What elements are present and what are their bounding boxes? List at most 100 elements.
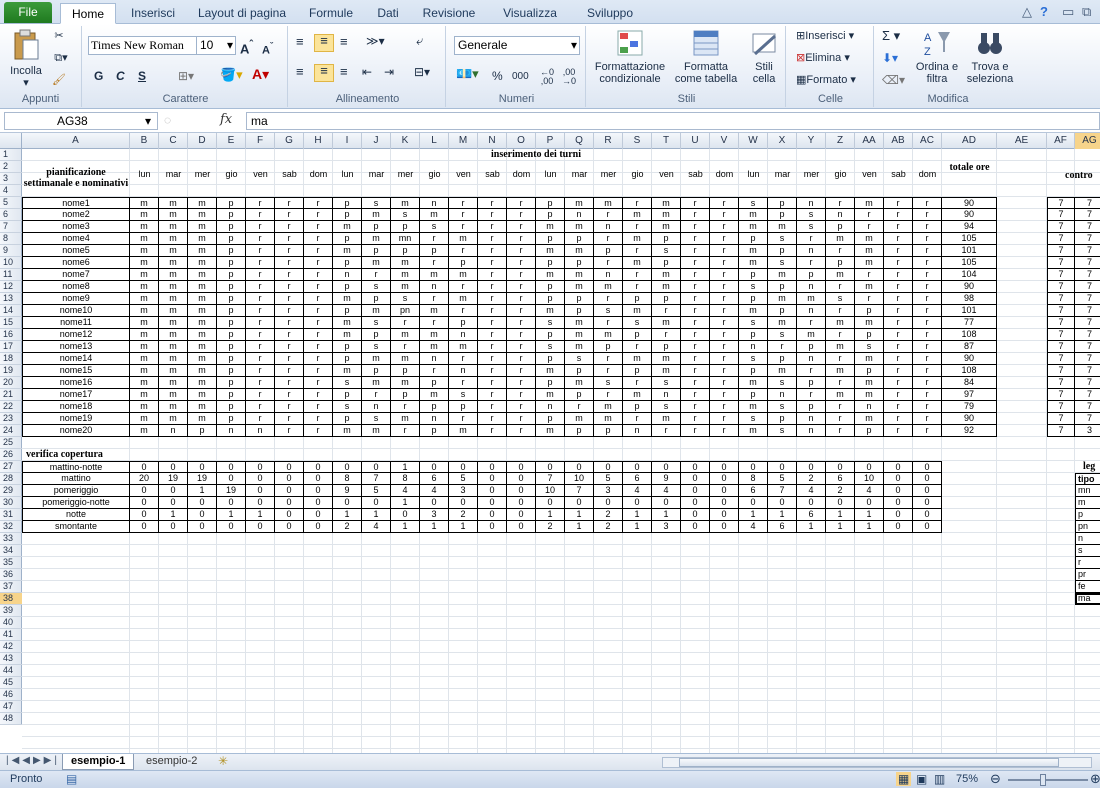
shift-cell[interactable]: r bbox=[246, 281, 275, 293]
shift-cell[interactable]: m bbox=[449, 269, 478, 281]
shift-cell[interactable]: r bbox=[826, 353, 855, 365]
shift-cell[interactable]: r bbox=[913, 341, 942, 353]
column-header-O[interactable]: O bbox=[507, 133, 536, 149]
shift-cell[interactable]: p bbox=[652, 341, 681, 353]
coverage-cell[interactable]: 0 bbox=[130, 461, 159, 473]
shift-cell[interactable]: m bbox=[159, 353, 188, 365]
copy-icon[interactable]: ⧉▾ bbox=[50, 52, 72, 64]
coverage-cell[interactable]: 0 bbox=[188, 461, 217, 473]
shift-cell[interactable]: r bbox=[391, 341, 420, 353]
shift-cell[interactable]: r bbox=[710, 389, 739, 401]
shift-cell[interactable]: m bbox=[362, 377, 391, 389]
shift-cell[interactable]: s bbox=[594, 305, 623, 317]
coverage-cell[interactable]: 0 bbox=[246, 461, 275, 473]
shift-cell[interactable]: p bbox=[768, 281, 797, 293]
shift-cell[interactable]: r bbox=[275, 269, 304, 281]
shift-cell[interactable]: s bbox=[420, 221, 449, 233]
coverage-cell[interactable]: 0 bbox=[449, 497, 478, 509]
shift-cell[interactable]: m bbox=[333, 221, 362, 233]
shift-cell[interactable]: s bbox=[362, 197, 391, 209]
shift-cell[interactable]: r bbox=[304, 377, 333, 389]
shift-cell[interactable]: r bbox=[681, 365, 710, 377]
shift-cell[interactable]: p bbox=[768, 413, 797, 425]
autosum-button[interactable]: Σ ▾ bbox=[882, 29, 900, 42]
control-cell[interactable]: 7 bbox=[1047, 245, 1075, 257]
legend-item[interactable]: m bbox=[1075, 497, 1100, 509]
row-header-31[interactable]: 31 bbox=[0, 509, 22, 521]
shift-cell[interactable]: p bbox=[217, 293, 246, 305]
row-header-24[interactable]: 24 bbox=[0, 425, 22, 437]
row-header-6[interactable]: 6 bbox=[0, 209, 22, 221]
total-hours-cell[interactable]: 79 bbox=[942, 401, 997, 413]
cell-styles-button[interactable]: Stili cella bbox=[744, 28, 784, 85]
column-header-U[interactable]: U bbox=[681, 133, 710, 149]
shift-cell[interactable]: p bbox=[739, 329, 768, 341]
ribbon-tab-sviluppo[interactable]: Sviluppo bbox=[578, 3, 642, 24]
shift-cell[interactable]: n bbox=[420, 413, 449, 425]
shift-cell[interactable]: r bbox=[507, 305, 536, 317]
row-header-40[interactable]: 40 bbox=[0, 617, 22, 629]
shift-cell[interactable]: r bbox=[681, 293, 710, 305]
shift-cell[interactable]: r bbox=[565, 401, 594, 413]
shift-cell[interactable]: r bbox=[507, 425, 536, 437]
coverage-cell[interactable]: 0 bbox=[188, 497, 217, 509]
coverage-cell[interactable]: 0 bbox=[304, 473, 333, 485]
total-hours-cell[interactable]: 92 bbox=[942, 425, 997, 437]
shift-cell[interactable]: p bbox=[536, 413, 565, 425]
legend-item[interactable]: n bbox=[1075, 533, 1100, 545]
person-name[interactable]: nome13 bbox=[22, 341, 130, 353]
shift-cell[interactable]: m bbox=[159, 281, 188, 293]
shift-cell[interactable]: p bbox=[623, 401, 652, 413]
shift-cell[interactable]: p bbox=[333, 209, 362, 221]
wrap-text-icon[interactable]: ⤶ bbox=[416, 34, 423, 47]
total-hours-cell[interactable]: 90 bbox=[942, 197, 997, 209]
control-cell[interactable]: 7 bbox=[1047, 413, 1075, 425]
shift-cell[interactable]: m bbox=[188, 377, 217, 389]
coverage-cell[interactable]: 0 bbox=[478, 461, 507, 473]
shift-cell[interactable]: m bbox=[130, 377, 159, 389]
shift-cell[interactable]: p bbox=[855, 329, 884, 341]
total-hours-cell[interactable]: 105 bbox=[942, 233, 997, 245]
shift-cell[interactable]: p bbox=[826, 221, 855, 233]
row-header-32[interactable]: 32 bbox=[0, 521, 22, 533]
shift-cell[interactable]: p bbox=[217, 269, 246, 281]
total-hours-cell[interactable]: 108 bbox=[942, 329, 997, 341]
shift-cell[interactable]: m bbox=[362, 257, 391, 269]
coverage-label[interactable]: mattino-notte bbox=[22, 461, 130, 473]
shift-cell[interactable]: m bbox=[623, 353, 652, 365]
shift-cell[interactable]: s bbox=[739, 197, 768, 209]
shift-cell[interactable]: r bbox=[913, 245, 942, 257]
coverage-cell[interactable]: 0 bbox=[507, 461, 536, 473]
shift-cell[interactable]: m bbox=[188, 257, 217, 269]
coverage-cell[interactable]: 0 bbox=[507, 509, 536, 521]
person-name[interactable]: nome19 bbox=[22, 413, 130, 425]
shift-cell[interactable]: s bbox=[623, 317, 652, 329]
shift-cell[interactable]: m bbox=[565, 317, 594, 329]
shift-cell[interactable]: r bbox=[710, 197, 739, 209]
shift-cell[interactable]: n bbox=[797, 353, 826, 365]
shift-cell[interactable]: n bbox=[797, 281, 826, 293]
coverage-cell[interactable]: 1 bbox=[536, 509, 565, 521]
shift-cell[interactable]: p bbox=[217, 353, 246, 365]
shift-cell[interactable]: r bbox=[884, 401, 913, 413]
shift-cell[interactable]: m bbox=[130, 281, 159, 293]
coverage-cell[interactable]: 0 bbox=[913, 497, 942, 509]
coverage-cell[interactable]: 0 bbox=[507, 485, 536, 497]
shift-cell[interactable]: m bbox=[188, 389, 217, 401]
shift-cell[interactable]: r bbox=[797, 317, 826, 329]
shift-cell[interactable]: p bbox=[217, 197, 246, 209]
ribbon-minimize-icon[interactable]: △ bbox=[1022, 4, 1032, 20]
shift-cell[interactable]: r bbox=[304, 413, 333, 425]
shift-cell[interactable]: n bbox=[420, 353, 449, 365]
shift-cell[interactable]: m bbox=[391, 377, 420, 389]
shift-cell[interactable]: r bbox=[304, 257, 333, 269]
column-header-X[interactable]: X bbox=[768, 133, 797, 149]
coverage-cell[interactable]: 9 bbox=[652, 473, 681, 485]
shift-cell[interactable]: s bbox=[391, 209, 420, 221]
row-header-48[interactable]: 48 bbox=[0, 713, 22, 725]
shift-cell[interactable]: r bbox=[623, 221, 652, 233]
shift-cell[interactable]: r bbox=[246, 353, 275, 365]
shift-cell[interactable]: m bbox=[130, 401, 159, 413]
coverage-cell[interactable]: 0 bbox=[623, 461, 652, 473]
formula-input[interactable]: ma bbox=[246, 112, 1100, 130]
